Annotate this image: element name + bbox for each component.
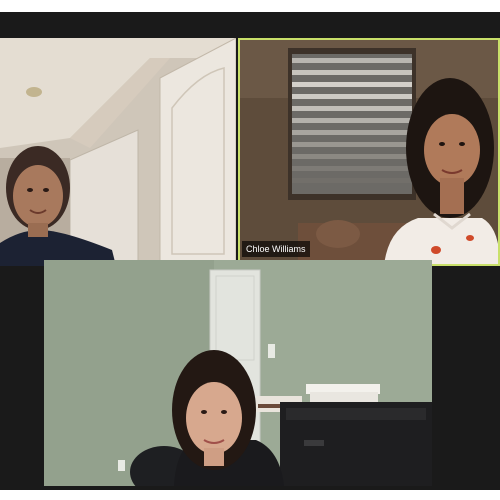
participant-video-tile[interactable] (44, 260, 432, 486)
window-blinds (292, 54, 412, 194)
participant-video-tile[interactable] (0, 38, 236, 266)
participant-video-feed (238, 38, 500, 266)
participant-name-label: Chloe Williams (242, 241, 310, 257)
participant-video-tile-active[interactable] (238, 38, 500, 266)
video-gallery: Chloe Williams (0, 12, 500, 490)
participant-video-feed (0, 38, 236, 266)
participant-video-feed (44, 260, 432, 486)
